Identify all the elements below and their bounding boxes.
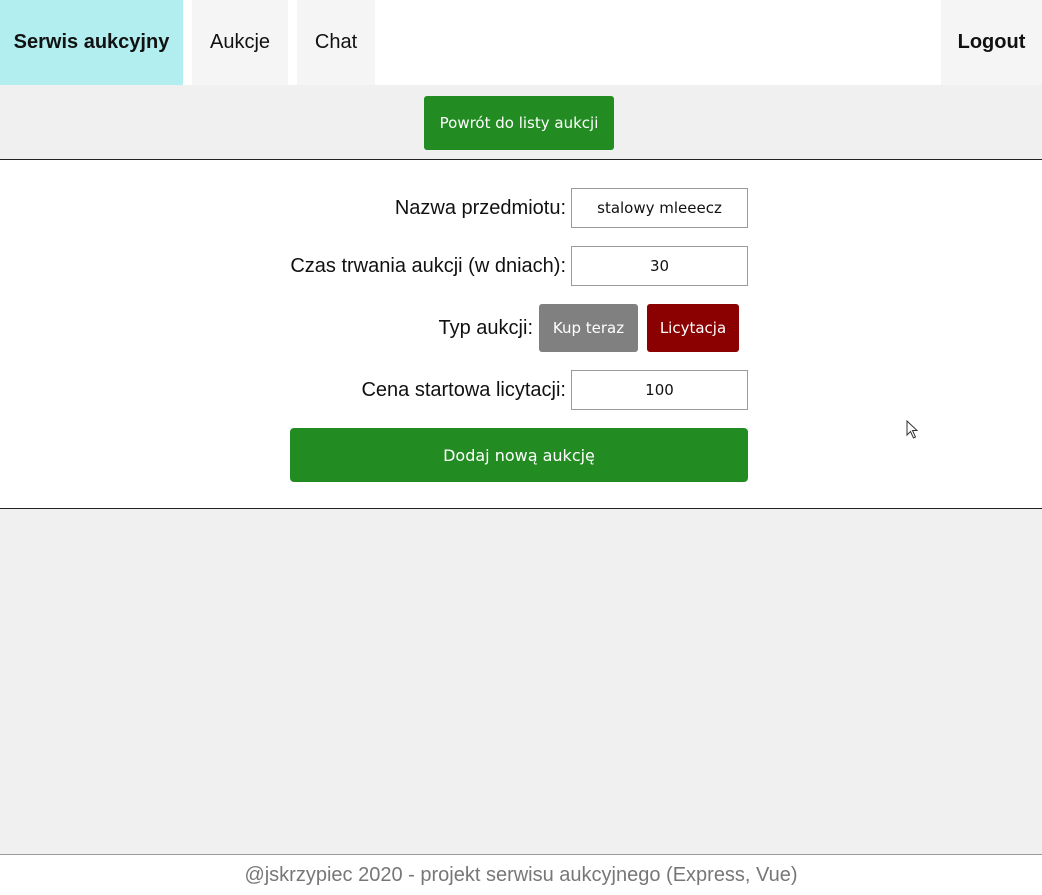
- new-auction-form: Nazwa przedmiotu: Czas trwania aukcji (w…: [0, 159, 1042, 509]
- start-price-label: Cena startowa licytacji:: [361, 379, 566, 401]
- item-name-label: Nazwa przedmiotu:: [394, 197, 566, 219]
- duration-label: Czas trwania aukcji (w dniach):: [290, 255, 566, 277]
- buy-now-type-button[interactable]: Kup teraz: [539, 304, 638, 352]
- bidding-type-button[interactable]: Licytacja: [647, 304, 739, 352]
- add-auction-button[interactable]: Dodaj nową aukcję: [290, 428, 748, 482]
- logout-button[interactable]: Logout: [941, 0, 1042, 85]
- nav-item-aukcje[interactable]: Aukcje: [192, 0, 288, 85]
- auction-type-label: Typ aukcji:: [438, 317, 533, 339]
- nav-item-chat[interactable]: Chat: [297, 0, 375, 85]
- item-name-input[interactable]: [571, 188, 748, 228]
- top-navbar: Serwis aukcyjny Aukcje Chat Logout: [0, 0, 1042, 85]
- mouse-pointer-icon: [906, 420, 919, 439]
- page-footer: @jskrzypiec 2020 - projekt serwisu aukcy…: [0, 854, 1042, 895]
- nav-brand-link[interactable]: Serwis aukcyjny: [0, 0, 183, 85]
- start-price-input[interactable]: [571, 370, 748, 410]
- duration-input[interactable]: [571, 246, 748, 286]
- back-to-auction-list-button[interactable]: Powrót do listy aukcji: [424, 96, 614, 150]
